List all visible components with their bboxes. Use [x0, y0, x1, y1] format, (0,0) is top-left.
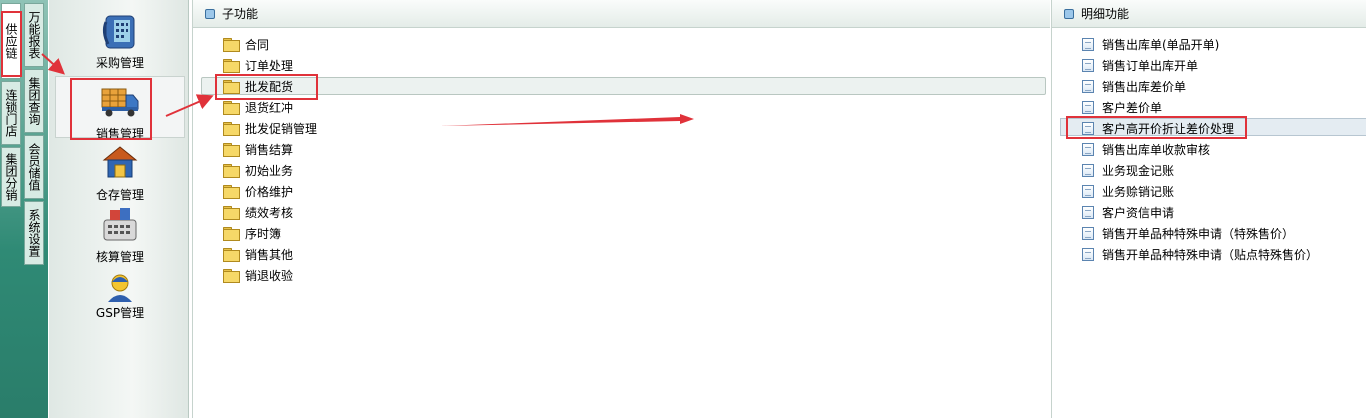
document-icon	[1082, 79, 1094, 93]
sub-item[interactable]: 订单处理	[223, 55, 293, 75]
sub-item[interactable]: 销售其他	[223, 244, 293, 264]
module-label: 采购管理	[95, 56, 144, 70]
sub-item[interactable]: 价格维护	[223, 181, 293, 201]
app-root: 供应链 连锁门店 集团分销 万能报表 集团查询 会员储值 系统设置 采购管理 销…	[0, 0, 1366, 418]
tab-system-settings[interactable]: 系统设置	[24, 201, 44, 265]
document-icon	[1082, 163, 1094, 177]
detail-function-panel: 明细功能 销售出库单(单品开单) 销售订单出库开单 销售出库差价单 客户差价单 …	[1051, 0, 1366, 418]
module-column: 采购管理 销售管理 仓存管理 核算管理 GSP管理	[49, 0, 189, 418]
nav-tabs-secondary: 万能报表 集团查询 会员储值 系统设置	[24, 3, 44, 267]
sub-item-label: 销售其他	[245, 247, 294, 262]
document-icon	[1082, 247, 1094, 261]
detail-item-label: 客户资信申请	[1102, 205, 1175, 220]
sub-function-panel: 子功能 合同 订单处理 批发配货 退货红冲 批发促销管理 销售结算 初始业务 价…	[192, 0, 1050, 418]
detail-item[interactable]: 销售开单品种特殊申请（特殊售价）	[1082, 223, 1294, 243]
folder-icon	[223, 164, 240, 178]
folder-icon	[223, 185, 240, 199]
document-icon	[1082, 184, 1094, 198]
annotation-box-supply-chain	[1, 11, 22, 77]
sub-item[interactable]: 销售结算	[223, 139, 293, 159]
module-purchase[interactable]: 采购管理	[55, 12, 185, 71]
folder-icon	[223, 38, 240, 52]
detail-item[interactable]: 客户资信申请	[1082, 202, 1174, 222]
detail-item[interactable]: 销售订单出库开单	[1082, 55, 1198, 75]
annotation-box-detail	[1066, 116, 1247, 139]
folder-icon	[223, 269, 240, 283]
calculator-icon	[100, 206, 140, 246]
detail-item-label: 业务现金记账	[1102, 163, 1175, 178]
sub-panel-title: 子功能	[222, 7, 259, 21]
module-gsp[interactable]: GSP管理	[55, 272, 185, 321]
panel-header-icon	[1064, 8, 1074, 19]
sub-item-label: 销售结算	[245, 142, 294, 157]
detail-item[interactable]: 销售出库单收款审核	[1082, 139, 1210, 159]
sub-item[interactable]: 销退收验	[223, 265, 293, 285]
sub-item-label: 绩效考核	[245, 205, 294, 220]
person-icon	[100, 272, 140, 302]
tab-universal-reports[interactable]: 万能报表	[24, 3, 44, 67]
sub-item-label: 合同	[245, 37, 270, 52]
panel-header-icon	[205, 8, 215, 19]
detail-item-label: 销售开单品种特殊申请（特殊售价）	[1102, 226, 1295, 241]
detail-item-label: 销售出库单收款审核	[1102, 142, 1211, 157]
sub-item-label: 订单处理	[245, 58, 294, 73]
module-label: GSP管理	[95, 306, 145, 320]
detail-item[interactable]: 客户差价单	[1082, 97, 1162, 117]
warehouse-icon	[100, 144, 140, 184]
document-icon	[1082, 100, 1094, 114]
sub-item-label: 价格维护	[245, 184, 294, 199]
tab-chain-stores[interactable]: 连锁门店	[1, 81, 21, 145]
folder-icon	[223, 59, 240, 73]
annotation-box-wholesale	[215, 74, 318, 100]
folder-icon	[223, 248, 240, 262]
document-icon	[1082, 142, 1094, 156]
module-label: 仓存管理	[95, 188, 144, 202]
document-icon	[1082, 226, 1094, 240]
phone-calculator-icon	[100, 12, 140, 52]
sub-item-label: 退货红冲	[245, 100, 294, 115]
sub-item-label: 初始业务	[245, 163, 294, 178]
detail-item-label: 销售出库差价单	[1102, 79, 1187, 94]
detail-item-label: 销售出库单(单品开单)	[1102, 37, 1220, 52]
tab-group-query[interactable]: 集团查询	[24, 69, 44, 133]
detail-item[interactable]: 业务赊销记账	[1082, 181, 1174, 201]
detail-panel-title: 明细功能	[1081, 7, 1130, 21]
module-label: 核算管理	[95, 250, 144, 264]
detail-item[interactable]: 业务现金记账	[1082, 160, 1174, 180]
folder-icon	[223, 101, 240, 115]
sub-item-label: 销退收验	[245, 268, 294, 283]
module-warehouse[interactable]: 仓存管理	[55, 144, 185, 203]
detail-item-label: 客户差价单	[1102, 100, 1163, 115]
sub-item[interactable]: 合同	[223, 34, 269, 54]
selected-row-highlight	[201, 77, 1046, 95]
detail-item[interactable]: 销售出库差价单	[1082, 76, 1186, 96]
detail-item[interactable]: 销售开单品种特殊申请（贴点特殊售价）	[1082, 244, 1318, 264]
sub-item[interactable]: 绩效考核	[223, 202, 293, 222]
document-icon	[1082, 205, 1094, 219]
sub-item[interactable]: 退货红冲	[223, 97, 293, 117]
detail-item-label: 销售订单出库开单	[1102, 58, 1199, 73]
document-icon	[1082, 58, 1094, 72]
folder-icon	[223, 122, 240, 136]
sub-item[interactable]: 初始业务	[223, 160, 293, 180]
detail-item-label: 业务赊销记账	[1102, 184, 1175, 199]
detail-item-label: 销售开单品种特殊申请（贴点特殊售价）	[1102, 247, 1319, 262]
folder-icon	[223, 143, 240, 157]
module-accounting[interactable]: 核算管理	[55, 206, 185, 265]
sub-item-label: 批发促销管理	[245, 121, 318, 136]
annotation-box-sales	[70, 78, 152, 140]
tab-member-stored-value[interactable]: 会员储值	[24, 135, 44, 199]
sub-item[interactable]: 序时簿	[223, 223, 281, 243]
sub-item[interactable]: 批发促销管理	[223, 118, 317, 138]
detail-panel-header: 明细功能	[1052, 0, 1366, 28]
document-icon	[1082, 37, 1094, 51]
detail-item[interactable]: 销售出库单(单品开单)	[1082, 34, 1219, 54]
folder-icon	[223, 227, 240, 241]
folder-icon	[223, 206, 240, 220]
tab-group-distribution[interactable]: 集团分销	[1, 147, 21, 207]
sub-panel-header: 子功能	[193, 0, 1050, 28]
sub-item-label: 序时簿	[245, 226, 282, 241]
